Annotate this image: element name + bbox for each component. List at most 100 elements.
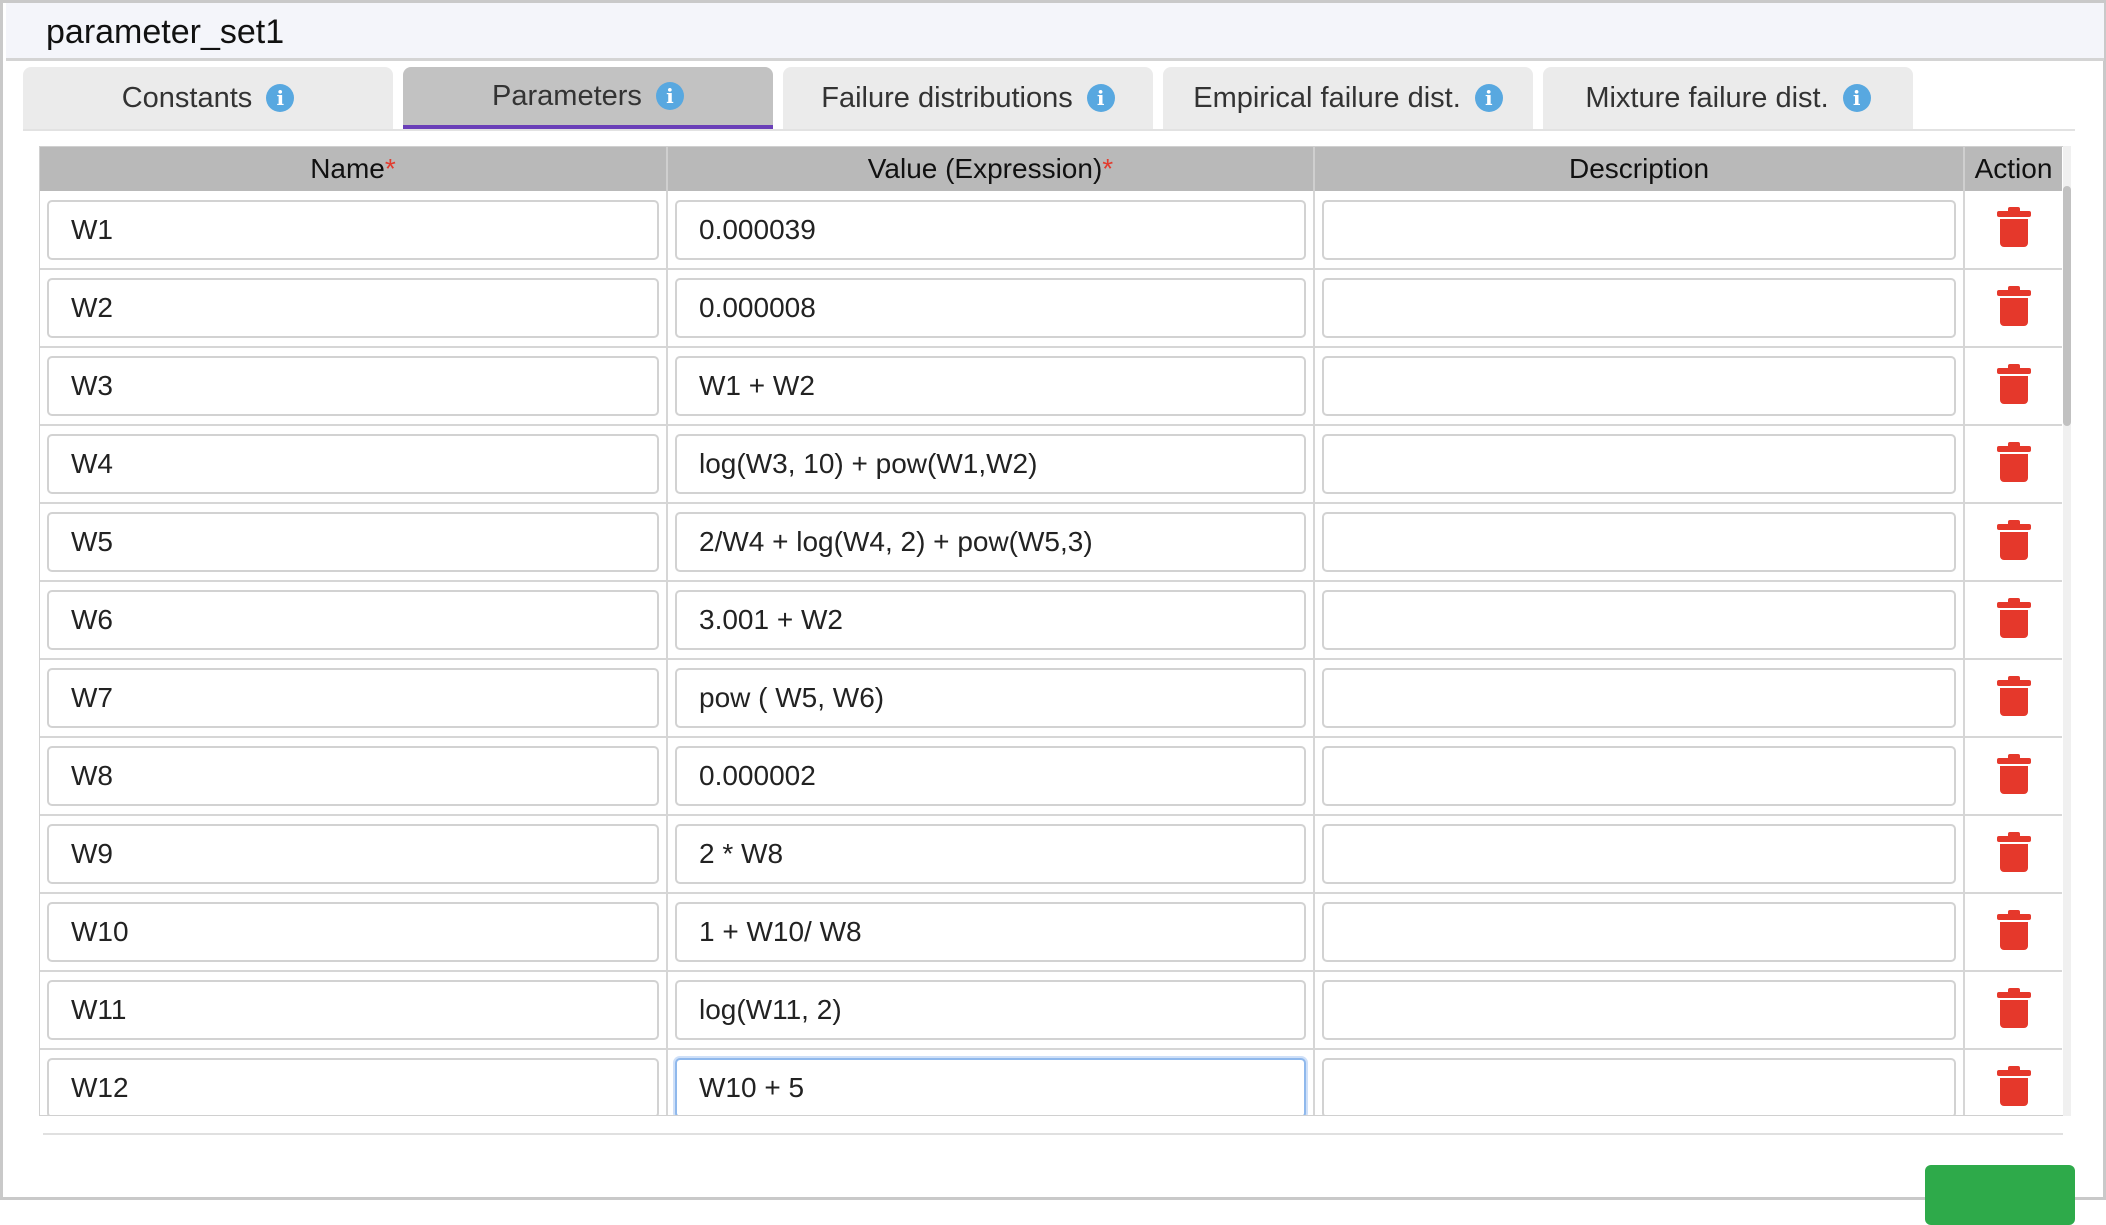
- value-expression-input[interactable]: [675, 434, 1306, 494]
- description-cell: [1314, 659, 1965, 738]
- description-column-header: Description: [1314, 147, 1965, 191]
- trash-icon[interactable]: [1996, 441, 2031, 482]
- trash-icon[interactable]: [1996, 363, 2031, 404]
- value-expression-input[interactable]: [675, 1058, 1306, 1115]
- trash-icon[interactable]: [1996, 597, 2031, 638]
- description-cell: [1314, 1049, 1965, 1115]
- description-input[interactable]: [1322, 902, 1956, 962]
- info-icon[interactable]: i: [1842, 84, 1871, 112]
- value-expression-input[interactable]: [675, 278, 1306, 338]
- description-input[interactable]: [1322, 746, 1956, 806]
- description-input[interactable]: [1322, 199, 1956, 260]
- name-input[interactable]: [47, 824, 659, 884]
- description-cell: [1314, 425, 1965, 504]
- value-expression-input[interactable]: [675, 590, 1306, 650]
- name-input[interactable]: [47, 746, 659, 806]
- description-input[interactable]: [1322, 668, 1956, 728]
- action-cell: [1964, 971, 2062, 1050]
- description-cell: [1314, 347, 1965, 426]
- value-cell: [667, 269, 1315, 348]
- table-row: [40, 503, 2062, 582]
- tab-bar: Constants i Parameters i Failure distrib…: [23, 67, 2075, 131]
- name-input[interactable]: [47, 1058, 659, 1115]
- tab-label: Constants: [121, 81, 253, 114]
- value-expression-input[interactable]: [675, 824, 1306, 884]
- page-title: parameter_set1: [46, 13, 285, 51]
- name-cell: [40, 503, 668, 582]
- tab-failure-distributions[interactable]: Failure distributions i: [783, 67, 1153, 129]
- value-expression-input[interactable]: [675, 746, 1306, 806]
- action-cell: [1964, 659, 2062, 738]
- trash-icon[interactable]: [1996, 1065, 2031, 1106]
- description-cell: [1314, 815, 1965, 894]
- tab-mixture-failure-dist[interactable]: Mixture failure dist. i: [1543, 67, 1913, 129]
- table-row: [40, 347, 2062, 426]
- description-input[interactable]: [1322, 434, 1956, 494]
- value-column-header: Value (Expression)*: [667, 147, 1315, 191]
- name-input[interactable]: [47, 356, 659, 416]
- required-mark: *: [384, 153, 396, 184]
- action-cell: [1964, 347, 2062, 426]
- value-cell: [667, 893, 1315, 972]
- trash-icon[interactable]: [1996, 831, 2031, 872]
- action-cell: [1964, 581, 2062, 660]
- description-input[interactable]: [1322, 512, 1956, 572]
- table-row: [40, 971, 2062, 1050]
- info-icon[interactable]: i: [266, 84, 295, 112]
- name-input[interactable]: [47, 512, 659, 572]
- name-input[interactable]: [47, 668, 659, 728]
- value-expression-input[interactable]: [675, 356, 1306, 416]
- value-expression-input[interactable]: [675, 512, 1306, 572]
- description-input[interactable]: [1322, 590, 1956, 650]
- name-input[interactable]: [47, 278, 659, 338]
- value-expression-input[interactable]: [675, 980, 1306, 1040]
- value-cell: [667, 737, 1315, 816]
- name-input[interactable]: [47, 980, 659, 1040]
- name-input[interactable]: [47, 590, 659, 650]
- name-cell: [40, 425, 668, 504]
- info-icon[interactable]: i: [1086, 84, 1115, 112]
- action-cell: [1964, 815, 2062, 894]
- tab-label: Empirical failure dist.: [1193, 81, 1461, 114]
- value-expression-input[interactable]: [675, 902, 1306, 962]
- description-input[interactable]: [1322, 824, 1956, 884]
- save-button[interactable]: [1925, 1165, 2075, 1225]
- value-expression-input[interactable]: [675, 668, 1306, 728]
- tab-parameters[interactable]: Parameters i: [403, 67, 773, 129]
- name-input[interactable]: [47, 199, 659, 260]
- trash-icon[interactable]: [1996, 519, 2031, 560]
- action-cell: [1964, 425, 2062, 504]
- description-cell: [1314, 503, 1965, 582]
- description-input[interactable]: [1322, 278, 1956, 338]
- action-cell: [1964, 191, 2062, 270]
- tab-constants[interactable]: Constants i: [23, 67, 393, 129]
- description-input[interactable]: [1322, 1058, 1956, 1115]
- name-input[interactable]: [47, 434, 659, 494]
- value-expression-input[interactable]: [675, 199, 1306, 260]
- value-cell: [667, 971, 1315, 1050]
- action-cell: [1964, 1049, 2062, 1115]
- info-icon[interactable]: i: [655, 82, 684, 110]
- trash-icon[interactable]: [1996, 987, 2031, 1028]
- name-column-header: Name*: [40, 147, 668, 191]
- trash-icon[interactable]: [1996, 285, 2031, 326]
- name-input[interactable]: [47, 902, 659, 962]
- description-input[interactable]: [1322, 980, 1956, 1040]
- table-row: [40, 893, 2062, 972]
- trash-icon[interactable]: [1996, 909, 2031, 950]
- table-scrollbar[interactable]: [2063, 146, 2071, 1116]
- name-cell: [40, 893, 668, 972]
- name-cell: [40, 971, 668, 1050]
- trash-icon[interactable]: [1996, 207, 2031, 247]
- tab-empirical-failure-dist[interactable]: Empirical failure dist. i: [1163, 67, 1533, 129]
- value-cell: [667, 815, 1315, 894]
- trash-icon[interactable]: [1996, 675, 2031, 716]
- table-row: [40, 815, 2062, 894]
- description-cell: [1314, 971, 1965, 1050]
- scrollbar-thumb[interactable]: [2063, 186, 2071, 426]
- trash-icon[interactable]: [1996, 753, 2031, 794]
- description-input[interactable]: [1322, 356, 1956, 416]
- info-icon[interactable]: i: [1474, 84, 1503, 112]
- parameters-table: Name* Value (Expression)* Description Ac…: [39, 146, 2069, 1116]
- tab-label: Failure distributions: [821, 81, 1073, 114]
